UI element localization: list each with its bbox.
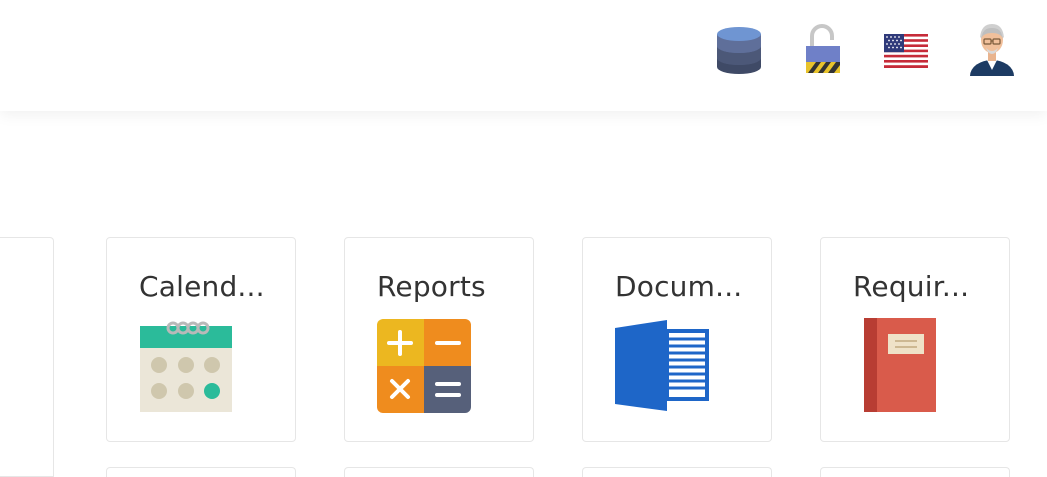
- book-icon: [864, 318, 936, 418]
- tile-reports[interactable]: Reports: [344, 237, 534, 442]
- calendar-icon: [139, 318, 233, 418]
- tile-calendar[interactable]: Calend...: [106, 237, 296, 442]
- user-avatar[interactable]: [966, 20, 1018, 82]
- database-icon[interactable]: [715, 24, 763, 80]
- unlocked-padlock-icon[interactable]: [804, 24, 842, 80]
- tile-label: Reports: [377, 270, 486, 303]
- top-bar: [0, 0, 1047, 111]
- tile-label: Docum...: [615, 270, 743, 303]
- tile-row2-2[interactable]: [344, 467, 534, 477]
- tile-documents[interactable]: Docum...: [582, 237, 772, 442]
- tile-row2-3[interactable]: [582, 467, 772, 477]
- tile-partial[interactable]: [0, 237, 54, 477]
- calculator-icon: [377, 319, 471, 417]
- tile-row2-1[interactable]: [106, 467, 296, 477]
- word-document-icon: [613, 320, 711, 416]
- tile-row2-4[interactable]: [820, 467, 1010, 477]
- tile-label: Calend...: [139, 270, 265, 303]
- tile-requirements[interactable]: Requir...: [820, 237, 1010, 442]
- tile-label: Requir...: [853, 270, 970, 303]
- us-flag-icon[interactable]: [884, 34, 928, 72]
